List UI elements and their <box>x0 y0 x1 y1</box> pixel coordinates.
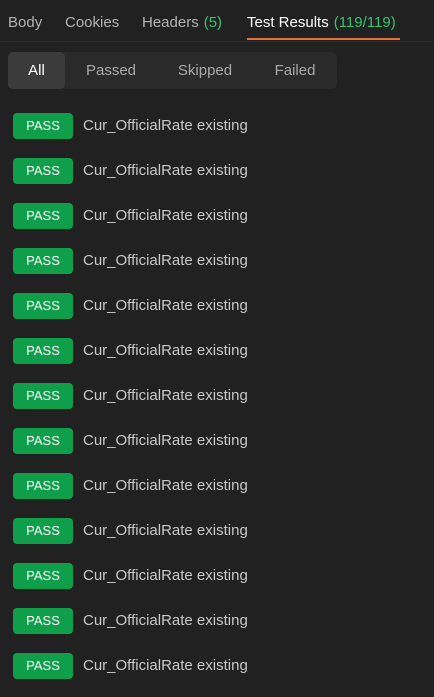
filter-passed[interactable]: Passed <box>65 52 157 89</box>
test-name: Cur_OfficialRate existing <box>83 522 248 539</box>
test-result-row: PASS Cur_OfficialRate existing <box>0 112 434 157</box>
pass-badge: PASS <box>13 158 73 184</box>
pass-badge: PASS <box>13 113 73 139</box>
test-name: Cur_OfficialRate existing <box>83 657 248 674</box>
result-filter-group: All Passed Skipped Failed <box>8 52 337 89</box>
tab-headers[interactable]: Headers (5) <box>142 12 222 34</box>
pass-badge: PASS <box>13 563 73 589</box>
test-results-list: PASS Cur_OfficialRate existing PASS Cur_… <box>0 112 434 697</box>
pass-badge: PASS <box>13 608 73 634</box>
pass-badge: PASS <box>13 203 73 229</box>
test-result-row: PASS Cur_OfficialRate existing <box>0 382 434 427</box>
pass-badge: PASS <box>13 653 73 679</box>
tab-cookies-label: Cookies <box>65 14 120 31</box>
filter-skipped[interactable]: Skipped <box>157 52 253 89</box>
pass-badge: PASS <box>13 248 73 274</box>
test-name: Cur_OfficialRate existing <box>83 612 248 629</box>
tab-headers-count: (5) <box>203 14 223 31</box>
test-result-row: PASS Cur_OfficialRate existing <box>0 202 434 247</box>
tab-cookies[interactable]: Cookies <box>65 12 119 34</box>
tab-headers-label: Headers <box>142 14 199 31</box>
test-result-row: PASS Cur_OfficialRate existing <box>0 562 434 607</box>
test-name: Cur_OfficialRate existing <box>83 387 248 404</box>
test-name: Cur_OfficialRate existing <box>83 207 248 224</box>
pass-badge: PASS <box>13 428 73 454</box>
active-tab-underline <box>247 38 400 40</box>
tab-test-results-label: Test Results <box>247 14 329 31</box>
pass-badge: PASS <box>13 383 73 409</box>
test-name: Cur_OfficialRate existing <box>83 567 248 584</box>
tab-test-results[interactable]: Test Results (119/119) <box>247 12 396 34</box>
response-tabs: Body Cookies Headers (5) Test Results (119… <box>0 0 434 42</box>
test-result-row: PASS Cur_OfficialRate existing <box>0 607 434 652</box>
pass-badge: PASS <box>13 518 73 544</box>
test-result-row: PASS Cur_OfficialRate existing <box>0 427 434 472</box>
test-result-row: PASS Cur_OfficialRate existing <box>0 247 434 292</box>
test-result-row: PASS Cur_OfficialRate existing <box>0 292 434 337</box>
filter-failed[interactable]: Failed <box>253 52 337 89</box>
test-name: Cur_OfficialRate existing <box>83 342 248 359</box>
test-name: Cur_OfficialRate existing <box>83 252 248 269</box>
pass-badge: PASS <box>13 473 73 499</box>
test-result-row: PASS Cur_OfficialRate existing <box>0 157 434 202</box>
test-name: Cur_OfficialRate existing <box>83 297 248 314</box>
test-name: Cur_OfficialRate existing <box>83 162 248 179</box>
filter-all[interactable]: All <box>8 52 65 89</box>
tab-body[interactable]: Body <box>8 12 42 34</box>
test-result-row: PASS Cur_OfficialRate existing <box>0 517 434 562</box>
test-result-row: PASS Cur_OfficialRate existing <box>0 652 434 697</box>
test-name: Cur_OfficialRate existing <box>83 432 248 449</box>
pass-badge: PASS <box>13 338 73 364</box>
pass-badge: PASS <box>13 293 73 319</box>
tab-body-label: Body <box>8 14 43 31</box>
test-result-row: PASS Cur_OfficialRate existing <box>0 337 434 382</box>
test-name: Cur_OfficialRate existing <box>83 117 248 134</box>
tab-test-results-count: (119/119) <box>333 14 396 31</box>
test-name: Cur_OfficialRate existing <box>83 477 248 494</box>
test-result-row: PASS Cur_OfficialRate existing <box>0 472 434 517</box>
